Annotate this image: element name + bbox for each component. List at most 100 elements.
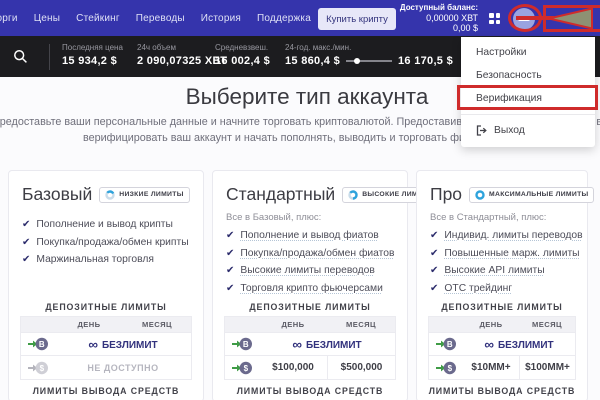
feature-list: ✔Индивид. лимиты переводов ✔Повышенные м…: [430, 230, 574, 295]
nav-item-prices[interactable]: Цены: [34, 13, 60, 24]
menu-item-settings[interactable]: Настройки: [461, 41, 595, 64]
stat-value: 16 002,4 $: [215, 55, 270, 67]
account-dropdown-menu: Настройки Безопасность Верификация Выход: [461, 37, 595, 147]
withdrawal-limits-title: ЛИМИТЫ ВЫВОДА СРЕДСТВ: [428, 386, 576, 396]
fiat-coin-icon: $: [435, 360, 457, 376]
table-row: $ НЕ ДОСТУПНО: [21, 356, 191, 379]
table-row: $ $100,000 $500,000: [225, 356, 395, 379]
svg-text:$: $: [40, 363, 45, 372]
nav-item-transfers[interactable]: Переводы: [136, 13, 185, 24]
deposit-limits-title: ДЕПОЗИТНЫЕ ЛИМИТЫ: [20, 302, 192, 312]
feature-item: ✔Маржинальная торговля: [22, 254, 190, 266]
check-icon: ✔: [22, 219, 30, 231]
feature-item: ✔Торговля крипто фьючерсами: [226, 283, 394, 295]
menu-divider: [461, 114, 595, 115]
fiat-coin-icon: $: [231, 360, 253, 376]
nav-item-trade[interactable]: Торги: [0, 13, 18, 24]
stat-max-min: 24-год. макс./мин. 15 860,4 $ 16 170,5 $: [285, 43, 453, 67]
stat-volume: 24ч объем 2 090,07325 ХВТ: [137, 43, 227, 67]
crypto-coin-icon: B: [27, 336, 49, 352]
card-title: Базовый: [22, 184, 92, 205]
check-icon: ✔: [226, 248, 234, 260]
stat-label: 24ч объем: [137, 43, 227, 52]
stat-min-value: 15 860,4 $: [285, 55, 340, 67]
card-title: Стандартный: [226, 184, 335, 205]
col-month: МЕСЯЦ: [327, 320, 395, 329]
feature-item: ✔Пополнение и вывод крипты: [22, 219, 190, 231]
stat-label: Последняя цена: [62, 43, 123, 52]
account-card-standard[interactable]: Стандартный ВЫСОКИЕ ЛИМИТЫ Все в Базовый…: [212, 170, 408, 400]
col-month: МЕСЯЦ: [519, 320, 575, 329]
withdrawal-limits-title: ЛИМИТЫ ВЫВОДА СРЕДСТВ: [20, 386, 192, 396]
fiat-month-limit: $500,000: [327, 356, 395, 379]
divider: [49, 44, 50, 70]
app-window: Торги Цены Стейкинг Переводы История Под…: [0, 0, 600, 400]
infinity-symbol: ∞: [484, 337, 494, 352]
limits-section: ДЕПОЗИТНЫЕ ЛИМИТЫ ДЕНЬМЕСЯЦ B ∞БЕЗЛИМИТ …: [428, 302, 576, 400]
logout-icon: [476, 125, 487, 136]
fiat-month-limit: $100MM+: [519, 356, 575, 379]
logout-label: Выход: [494, 125, 525, 136]
table-row: B ∞БЕЗЛИМИТ: [21, 333, 191, 356]
deposit-limits-table: ДЕНЬМЕСЯЦ B ∞БЕЗЛИМИТ $ НЕ ДОСТУПНО: [20, 316, 192, 380]
deposit-limits-table: ДЕНЬМЕСЯЦ B ∞БЕЗЛИМИТ $ $100,000 $500,00…: [224, 316, 396, 380]
card-subtitle: Все в Базовый, плюс:: [226, 212, 394, 223]
account-card-basic[interactable]: Базовый НИЗКИЕ ЛИМИТЫ ✔Пополнение и выво…: [8, 170, 204, 400]
feature-list: ✔Пополнение и вывод фиатов ✔Покупка/прод…: [226, 230, 394, 295]
check-icon: ✔: [226, 230, 234, 242]
feature-item: ✔Покупка/продажа/обмен фиатов: [226, 248, 394, 260]
stat-value: 2 090,07325 ХВТ: [137, 55, 227, 67]
table-row: B ∞БЕЗЛИМИТ: [429, 333, 575, 356]
stat-label: Средневзвеш.: [215, 43, 270, 52]
account-card-pro[interactable]: Про МАКСИМАЛЬНЫЕ ЛИМИТЫ Все в Стандартны…: [416, 170, 588, 400]
menu-item-verification[interactable]: Верификация: [461, 87, 595, 110]
crypto-coin-icon: B: [435, 336, 457, 352]
buy-crypto-button[interactable]: Купить крипту: [318, 8, 396, 30]
feature-item: ✔Высокие API лимиты: [430, 265, 574, 277]
card-title: Про: [430, 184, 462, 205]
feature-item: ✔Пополнение и вывод фиатов: [226, 230, 394, 242]
withdrawal-limits-title: ЛИМИТЫ ВЫВОДА СРЕДСТВ: [224, 386, 396, 396]
gauge-max-icon: [475, 190, 485, 200]
limits-badge: МАКСИМАЛЬНЫЕ ЛИМИТЫ: [469, 187, 594, 203]
stat-weighted-avg: Средневзвеш. 16 002,4 $: [215, 43, 270, 67]
available-balance: Доступный баланс: 0,00000 ХВТ 0,00 $: [400, 3, 478, 33]
svg-text:$: $: [448, 363, 453, 372]
apps-grid-icon[interactable]: [489, 13, 500, 24]
limits-badge: НИЗКИЕ ЛИМИТЫ: [99, 187, 189, 203]
user-avatar-icon[interactable]: [513, 8, 535, 30]
check-icon: ✔: [22, 254, 30, 266]
balance-fiat-value: 0,00 $: [400, 23, 478, 33]
svg-text:B: B: [243, 340, 249, 349]
badge-label: МАКСИМАЛЬНЫЕ ЛИМИТЫ: [489, 191, 588, 198]
check-icon: ✔: [226, 265, 234, 277]
nav-item-history[interactable]: История: [201, 13, 241, 24]
check-icon: ✔: [430, 248, 438, 260]
infinity-symbol: ∞: [292, 337, 302, 352]
stat-max-value: 16 170,5 $: [398, 55, 453, 67]
limits-section: ДЕПОЗИТНЫЕ ЛИМИТЫ ДЕНЬМЕСЯЦ B ∞БЕЗЛИМИТ …: [224, 302, 396, 400]
check-icon: ✔: [22, 237, 30, 249]
col-day: ДЕНЬ: [55, 320, 123, 329]
col-day: ДЕНЬ: [463, 320, 519, 329]
check-icon: ✔: [226, 283, 234, 295]
card-subtitle: Все в Стандартный, плюс:: [430, 212, 574, 223]
nav-item-support[interactable]: Поддержка: [257, 13, 311, 24]
fiat-day-limit: $10MM+: [463, 362, 519, 373]
fiat-day-limit: $100,000: [259, 362, 327, 373]
top-navigation: Торги Цены Стейкинг Переводы История Под…: [0, 0, 600, 36]
deposit-limits-title: ДЕПОЗИТНЫЕ ЛИМИТЫ: [428, 302, 576, 312]
feature-item: ✔Покупка/продажа/обмен крипты: [22, 237, 190, 249]
infinity-symbol: ∞: [88, 337, 98, 352]
svg-text:$: $: [244, 363, 249, 372]
search-icon[interactable]: [13, 49, 28, 64]
badge-label: НИЗКИЕ ЛИМИТЫ: [119, 191, 183, 198]
deposit-limits-table: ДЕНЬМЕСЯЦ B ∞БЕЗЛИМИТ $ $10MM+ $100MM+: [428, 316, 576, 380]
check-icon: ✔: [430, 283, 438, 295]
menu-item-logout[interactable]: Выход: [461, 119, 595, 141]
feature-list: ✔Пополнение и вывод крипты ✔Покупка/прод…: [22, 219, 190, 266]
gauge-low-icon: [105, 190, 115, 200]
menu-item-security[interactable]: Безопасность: [461, 64, 595, 87]
fiat-coin-disabled-icon: $: [27, 360, 49, 376]
nav-item-staking[interactable]: Стейкинг: [76, 13, 120, 24]
